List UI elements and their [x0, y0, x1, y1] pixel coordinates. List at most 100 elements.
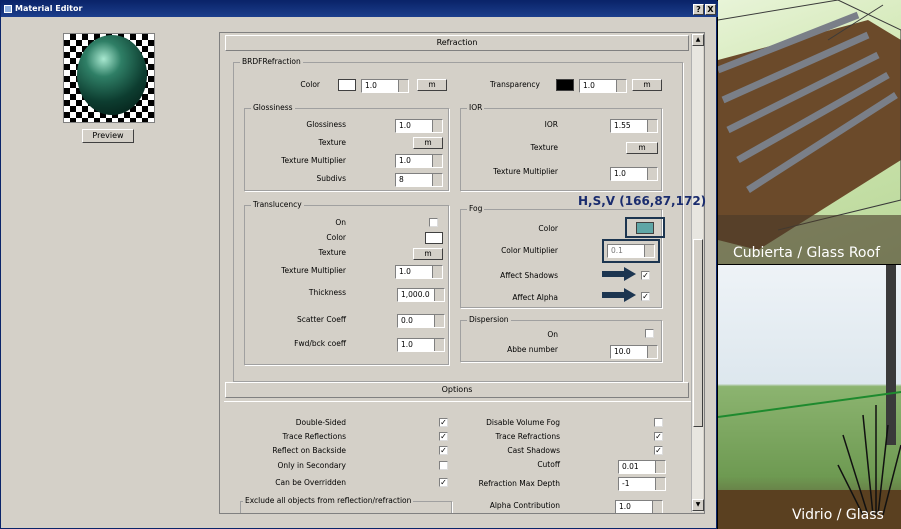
- close-button[interactable]: X: [705, 4, 716, 15]
- refraction-color-swatch[interactable]: [338, 79, 356, 91]
- refraction-color-map-button[interactable]: m: [417, 79, 447, 91]
- help-button[interactable]: ?: [693, 4, 704, 15]
- double-sided-checkbox[interactable]: ✓: [439, 418, 448, 427]
- brdf-group-label: BRDFRefraction: [240, 57, 303, 67]
- translucency-color-swatch[interactable]: [425, 232, 443, 244]
- cutoff-label: Cutoff: [537, 460, 560, 469]
- glossiness-texture-multiplier-spinner[interactable]: 1.0: [395, 154, 443, 168]
- cast-shadows-checkbox[interactable]: ✓: [654, 446, 663, 455]
- trace-refractions-checkbox[interactable]: ✓: [654, 432, 663, 441]
- fog-color-swatch[interactable]: [636, 222, 654, 234]
- disable-volume-fog-checkbox[interactable]: [654, 418, 663, 427]
- garden-view-illustration: [718, 265, 901, 529]
- affect-alpha-checkbox[interactable]: ✓: [641, 292, 650, 301]
- affect-shadows-checkbox[interactable]: ✓: [641, 271, 650, 280]
- trace-reflections-checkbox[interactable]: ✓: [439, 432, 448, 441]
- refraction-color-spinner[interactable]: 1.0: [361, 79, 409, 93]
- rollout-refraction[interactable]: Refraction: [225, 35, 689, 51]
- bottom-photo-caption: Vidrio / Glass: [792, 507, 884, 523]
- ior-texture-multiplier-label: Texture Multiplier: [493, 167, 558, 176]
- glossiness-texture-multiplier-label: Texture Multiplier: [281, 156, 346, 165]
- fwdbck-coeff-label: Fwd/bck coeff: [294, 339, 346, 348]
- glossiness-texture-label: Texture: [318, 138, 346, 147]
- transparency-map-button[interactable]: m: [632, 79, 662, 91]
- preview-sphere: [77, 35, 147, 115]
- scroll-down-arrow-icon[interactable]: ▼: [692, 499, 704, 511]
- subdivs-spinner[interactable]: 8: [395, 173, 443, 187]
- refraction-color-label: Color: [300, 80, 320, 89]
- abbe-number-label: Abbe number: [507, 345, 558, 354]
- translucency-on-label: On: [335, 218, 346, 227]
- subdivs-label: Subdivs: [316, 174, 346, 183]
- glossiness-group-label: Glossiness: [251, 103, 295, 113]
- app-icon: [4, 5, 12, 13]
- scrollbar-thumb[interactable]: [693, 239, 703, 427]
- cutoff-spinner[interactable]: 0.01: [618, 460, 666, 474]
- material-editor-window: Material Editor ? X Preview Refraction B…: [0, 0, 718, 529]
- roof-structure-illustration: [718, 0, 901, 264]
- glossiness-texture-button[interactable]: m: [413, 137, 443, 149]
- thickness-spinner[interactable]: 1,000.0: [397, 288, 445, 302]
- fwdbck-coeff-spinner[interactable]: 1.0: [397, 338, 445, 352]
- double-sided-label: Double-Sided: [295, 418, 346, 427]
- translucency-group-label: Translucency: [251, 200, 304, 210]
- reflect-on-backside-label: Reflect on Backside: [272, 446, 346, 455]
- only-in-secondary-checkbox[interactable]: [439, 461, 448, 470]
- ior-group-label: IOR: [467, 103, 485, 113]
- translucency-texture-label: Texture: [318, 248, 346, 257]
- alpha-contribution-spinner[interactable]: 1.0: [615, 500, 663, 513]
- ior-spinner[interactable]: 1.55: [610, 119, 658, 133]
- refraction-max-depth-label: Refraction Max Depth: [478, 479, 560, 488]
- window-title: Material Editor: [15, 4, 83, 13]
- reflect-on-backside-checkbox[interactable]: ✓: [439, 446, 448, 455]
- trace-reflections-label: Trace Reflections: [282, 432, 346, 441]
- ior-texture-button[interactable]: m: [626, 142, 658, 154]
- can-be-overridden-label: Can be Overridden: [275, 478, 346, 487]
- ior-texture-multiplier-spinner[interactable]: 1.0: [610, 167, 658, 181]
- ior-texture-label: Texture: [530, 143, 558, 152]
- dispersion-group-label: Dispersion: [467, 315, 511, 325]
- exclude-objects-group: Exclude all objects from reflection/refr…: [240, 496, 452, 513]
- thickness-label: Thickness: [308, 288, 346, 297]
- options-divider: [224, 401, 692, 402]
- transparency-swatch[interactable]: [556, 79, 574, 91]
- glossiness-spinner[interactable]: 1.0: [395, 119, 443, 133]
- scatter-coeff-spinner[interactable]: 0.0: [397, 314, 445, 328]
- transparency-label: Transparency: [489, 80, 540, 89]
- preview-button[interactable]: Preview: [82, 129, 134, 143]
- translucency-texture-multiplier-label: Texture Multiplier: [281, 266, 346, 275]
- arrow-right-icon: [602, 288, 636, 302]
- alpha-contribution-label: Alpha Contribution: [489, 501, 560, 510]
- rollout-options[interactable]: Options: [225, 382, 689, 398]
- translucency-texture-multiplier-spinner[interactable]: 1.0: [395, 265, 443, 279]
- top-photo-caption: Cubierta / Glass Roof: [733, 245, 880, 261]
- glass-roof-photo: Cubierta / Glass Roof: [718, 0, 901, 264]
- dispersion-on-label: On: [547, 330, 558, 339]
- transparency-spinner[interactable]: 1.0: [579, 79, 627, 93]
- fog-group-label: Fog: [467, 204, 485, 214]
- abbe-number-spinner[interactable]: 10.0: [610, 345, 658, 359]
- affect-alpha-label: Affect Alpha: [512, 293, 558, 302]
- can-be-overridden-checkbox[interactable]: ✓: [439, 478, 448, 487]
- scatter-coeff-label: Scatter Coeff: [296, 315, 346, 324]
- parameters-panel: Refraction BRDFRefraction Color 1.0 m Tr…: [219, 32, 705, 514]
- arrow-right-icon: [602, 267, 636, 281]
- glossiness-label: Glossiness: [306, 120, 346, 129]
- exclude-objects-label: Exclude all objects from reflection/refr…: [243, 496, 414, 506]
- affect-shadows-label: Affect Shadows: [500, 271, 558, 280]
- dispersion-on-checkbox[interactable]: [645, 329, 654, 338]
- panel-scrollbar[interactable]: ▲ ▼: [691, 34, 704, 512]
- translucency-texture-button[interactable]: m: [413, 248, 443, 260]
- title-bar: Material Editor ? X: [1, 1, 718, 17]
- glass-photo: Vidrio / Glass: [718, 265, 901, 529]
- cast-shadows-label: Cast Shadows: [507, 446, 560, 455]
- fog-color-label: Color: [538, 224, 558, 233]
- only-in-secondary-label: Only in Secondary: [277, 461, 346, 470]
- refraction-max-depth-spinner[interactable]: -1: [618, 477, 666, 491]
- trace-refractions-label: Trace Refractions: [495, 432, 561, 441]
- translucency-color-label: Color: [326, 233, 346, 242]
- translucency-on-checkbox[interactable]: [429, 218, 438, 227]
- scroll-up-arrow-icon[interactable]: ▲: [692, 34, 704, 46]
- fog-color-multiplier-label: Color Multiplier: [501, 246, 558, 255]
- fog-color-multiplier-spinner[interactable]: 0.1: [607, 244, 655, 258]
